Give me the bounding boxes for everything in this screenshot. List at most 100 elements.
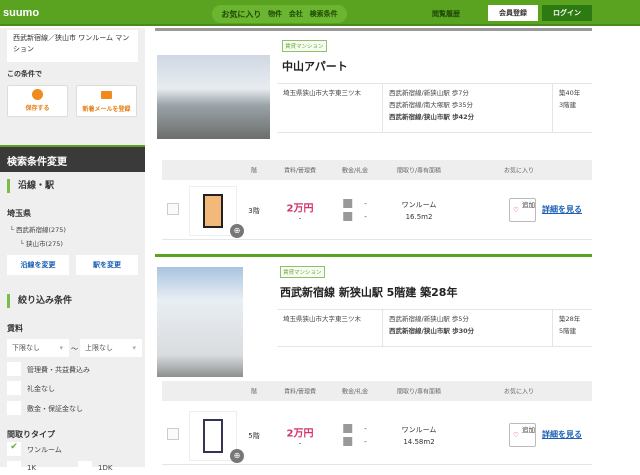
view-details-link[interactable]: 詳細を見る bbox=[542, 204, 582, 215]
change-station-button[interactable]: 駅を変更 bbox=[76, 255, 138, 275]
building-photo[interactable] bbox=[157, 55, 270, 139]
change-line-button[interactable]: 沿線を変更 bbox=[7, 255, 69, 275]
new-mail-button[interactable]: 新着メールを登録 bbox=[76, 85, 137, 117]
checkbox-label: 礼金なし bbox=[27, 385, 55, 393]
nav-favorites[interactable]: お気に入り bbox=[221, 9, 261, 20]
property-info: 埼玉県狭山市大字東三ツ木 西武新宿線/新狭山駅 歩5分 西武新宿線/狭山市駅 歩3… bbox=[277, 309, 592, 347]
floorplan-thumbnail[interactable]: ⊕ bbox=[189, 411, 244, 463]
station-item: └ 狭山市(275) bbox=[20, 240, 63, 248]
zoom-icon[interactable]: ⊕ bbox=[230, 449, 244, 463]
checkbox-one-room[interactable]: ✔ bbox=[7, 442, 21, 456]
with-condition-label: この条件で bbox=[7, 70, 42, 78]
nav-companies[interactable]: 会社 bbox=[289, 9, 303, 19]
access-line: 西武新宿線/新狭山駅 歩5分 bbox=[389, 315, 469, 323]
site-header: suumo お気に入り 物件 会社 検索条件 閲覧履歴 会員登録 ログイン bbox=[0, 0, 640, 26]
nav-search-conditions[interactable]: 検索条件 bbox=[310, 9, 338, 19]
age: 築28年 bbox=[559, 315, 581, 323]
col-floor: 階 bbox=[250, 167, 258, 175]
save-icon bbox=[32, 89, 43, 100]
property-type-tag: 賃貸マンション bbox=[280, 266, 325, 278]
floor: 3階 bbox=[248, 206, 260, 215]
deposit-icon bbox=[343, 199, 353, 208]
deposit: - bbox=[364, 424, 367, 433]
table-header: 階 賃料/管理費 敷金/礼金 間取り/専有面積 お気に入り bbox=[162, 381, 592, 401]
property-type-tag: 賃貸マンション bbox=[282, 40, 327, 52]
checkbox-label: ワンルーム bbox=[27, 446, 62, 454]
mail-label: 新着メールを登録 bbox=[82, 106, 131, 113]
building-age: 築28年 5階建 bbox=[553, 310, 586, 346]
key-money: - bbox=[364, 437, 367, 446]
access-line: 西武新宿線/南大塚駅 歩35分 bbox=[389, 101, 474, 109]
col-favorite: お気に入り bbox=[503, 167, 535, 175]
floors: 5階建 bbox=[559, 327, 577, 335]
fee: - bbox=[298, 214, 302, 222]
suumo-logo[interactable]: suumo bbox=[3, 7, 39, 19]
col-layout: 間取り/専有面積 bbox=[396, 388, 442, 396]
checkbox-fee-included[interactable] bbox=[7, 362, 21, 376]
building-photo[interactable] bbox=[157, 267, 243, 377]
checkbox-label: 1K bbox=[27, 464, 37, 472]
layout: ワンルーム bbox=[401, 200, 437, 209]
col-rent: 賃料/管理費 bbox=[283, 388, 317, 396]
rent-min-select[interactable]: 下限なし bbox=[7, 339, 69, 357]
checkbox-1dk[interactable] bbox=[78, 461, 92, 475]
nav-properties[interactable]: 物件 bbox=[268, 9, 282, 19]
row-checkbox[interactable] bbox=[167, 428, 179, 440]
heart-icon: ♡ bbox=[513, 206, 519, 214]
access-line: 西武新宿線/狭山市駅 歩30分 bbox=[389, 327, 475, 335]
table-header: 階 賃料/管理費 敷金/礼金 間取り/専有面積 お気に入り bbox=[162, 160, 592, 180]
deposit: - bbox=[364, 199, 367, 208]
fav-label: 追加 bbox=[522, 426, 535, 434]
col-deposit: 敷金/礼金 bbox=[341, 388, 369, 396]
view-details-link[interactable]: 詳細を見る bbox=[542, 429, 582, 440]
save-condition-button[interactable]: 保存する bbox=[7, 85, 68, 117]
add-favorite-button[interactable]: ♡ 追加 bbox=[509, 423, 536, 447]
filter-heading: 絞り込み条件 bbox=[7, 294, 72, 308]
line-item: └ 西武新宿線(275) bbox=[10, 226, 66, 234]
save-label: 保存する bbox=[25, 105, 50, 112]
add-favorite-button[interactable]: ♡ 追加 bbox=[509, 198, 536, 222]
checkbox-no-deposit[interactable] bbox=[7, 401, 21, 415]
access-line: 西武新宿線/狭山市駅 歩42分 bbox=[389, 113, 475, 121]
sidebar: 西武新宿線／狭山市 ワンルーム マンション この条件で 保存する 新着メールを登… bbox=[0, 28, 145, 475]
checkbox-1k[interactable] bbox=[7, 461, 21, 475]
mail-icon bbox=[101, 91, 112, 99]
prefecture: 埼玉県 bbox=[7, 209, 31, 218]
col-layout: 間取り/専有面積 bbox=[396, 167, 442, 175]
deposit-cell: -- bbox=[343, 423, 367, 449]
listing-card: 賃貸マンション 中山アパート 埼玉県狭山市大字東三ツ木 西武新宿線/新狭山駅 歩… bbox=[155, 28, 592, 248]
checkbox-label: 管理費・共益費込み bbox=[27, 366, 90, 374]
area: 16.5m2 bbox=[405, 212, 433, 221]
checkbox-label: 敷金・保証金なし bbox=[27, 405, 83, 413]
property-info: 埼玉県狭山市大字東三ツ木 西武新宿線/新狭山駅 歩7分 西武新宿線/南大塚駅 歩3… bbox=[277, 83, 592, 133]
deposit-icon bbox=[343, 424, 353, 433]
address: 埼玉県狭山市大字東三ツ木 bbox=[277, 84, 383, 132]
property-title[interactable]: 中山アパート bbox=[282, 58, 348, 74]
register-button[interactable]: 会員登録 bbox=[488, 5, 538, 21]
zoom-icon[interactable]: ⊕ bbox=[230, 224, 244, 238]
access: 西武新宿線/新狭山駅 歩7分 西武新宿線/南大塚駅 歩35分 西武新宿線/狭山市駅 … bbox=[383, 84, 553, 132]
floor: 5階 bbox=[248, 431, 260, 440]
header-nav: お気に入り 物件 会社 検索条件 bbox=[212, 5, 347, 23]
building-age: 築40年 3階建 bbox=[553, 84, 586, 132]
col-rent: 賃料/管理費 bbox=[283, 167, 317, 175]
area: 14.58m2 bbox=[403, 437, 435, 446]
property-title[interactable]: 西武新宿線 新狭山駅 5階建 築28年 bbox=[280, 284, 457, 300]
layout-cell: ワンルーム 14.58m2 bbox=[402, 424, 437, 448]
rent-separator: 〜 bbox=[71, 345, 78, 353]
access-line: 西武新宿線/新狭山駅 歩7分 bbox=[389, 89, 469, 97]
floorplan-thumbnail[interactable]: ⊕ bbox=[189, 186, 244, 238]
floors: 3階建 bbox=[559, 101, 577, 109]
history-menu[interactable]: 閲覧履歴 bbox=[432, 9, 460, 19]
rent-max-select[interactable]: 上限なし bbox=[80, 339, 142, 357]
rent-label: 賃料 bbox=[7, 324, 23, 333]
table-row: ⊕ 3階 2万円 - -- ワンルーム 16.5m2 ♡ 追加 詳細を見る bbox=[162, 182, 592, 240]
age: 築40年 bbox=[559, 89, 581, 97]
deposit-cell: -- bbox=[343, 198, 367, 224]
rent-cell: 2万円 - bbox=[287, 424, 314, 447]
login-button[interactable]: ログイン bbox=[542, 5, 592, 21]
table-row: ⊕ 5階 2万円 - -- ワンルーム 14.58m2 ♡ 追加 詳細を見る bbox=[162, 407, 592, 465]
checkbox-no-key-money[interactable] bbox=[7, 381, 21, 395]
listing-card: 賃貸マンション 西武新宿線 新狭山駅 5階建 築28年 埼玉県狭山市大字東三ツ木… bbox=[155, 254, 592, 469]
row-checkbox[interactable] bbox=[167, 203, 179, 215]
